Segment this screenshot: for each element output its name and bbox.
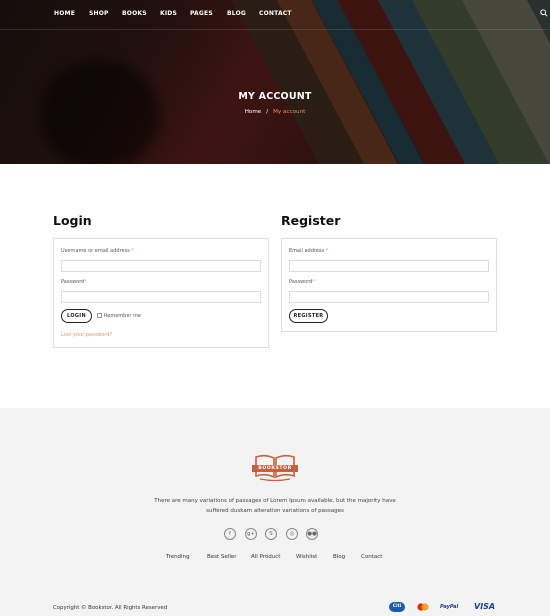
required-mark: * <box>84 279 87 285</box>
search-icon[interactable] <box>540 9 548 17</box>
login-title: Login <box>53 213 92 228</box>
nav-shop[interactable]: SHOP <box>89 10 109 17</box>
skype-icon[interactable]: S <box>265 528 277 540</box>
breadcrumb: Home / My account <box>0 109 550 115</box>
hero-overlay <box>0 0 550 164</box>
login-button[interactable]: LOGIN <box>61 309 92 323</box>
register-password-input[interactable] <box>289 291 489 303</box>
paypal-icon: PayPal <box>440 604 459 610</box>
footer-link-trending[interactable]: Trending <box>166 554 190 560</box>
remember-label: Remember me <box>104 313 141 319</box>
required-mark: * <box>131 248 134 254</box>
logo-text: BOOKSTOR <box>252 465 298 472</box>
nav-home[interactable]: HOME <box>54 10 75 17</box>
page-title: MY ACCOUNT <box>238 91 312 102</box>
register-button[interactable]: REGISTER <box>289 309 328 323</box>
footer-link-blog[interactable]: Blog <box>333 554 345 560</box>
footer-link-best-seller[interactable]: Best Seller <box>207 554 237 560</box>
email-label: Email address * <box>289 248 328 254</box>
login-password-label: Password* <box>61 279 87 285</box>
nav-books[interactable]: BOOKS <box>122 10 147 17</box>
google-plus-icon[interactable]: g+ <box>245 528 257 540</box>
footer-description: There are many variations of passages of… <box>154 498 396 514</box>
breadcrumb-home[interactable]: Home <box>245 109 262 115</box>
footer-link-contact[interactable]: Contact <box>361 554 382 560</box>
nav-blog[interactable]: BLOG <box>227 10 246 17</box>
login-password-input[interactable] <box>61 291 261 303</box>
mastercard-icon <box>414 602 432 612</box>
required-mark: * <box>325 248 329 254</box>
lost-password-link[interactable]: Lost your password? <box>61 332 112 338</box>
breadcrumb-current: My account <box>273 109 306 115</box>
nav-contact[interactable]: CONTACT <box>259 10 292 17</box>
nav-kids[interactable]: KIDS <box>160 10 177 17</box>
footer-link-all-product[interactable]: All Product <box>251 554 280 560</box>
visa-icon: VISA <box>474 602 496 611</box>
citi-card-icon: Citi <box>389 602 405 612</box>
remember-checkbox[interactable] <box>97 313 102 318</box>
breadcrumb-separator: / <box>266 109 269 115</box>
email-label-text: Email address <box>289 248 325 254</box>
nav-divider <box>0 29 550 30</box>
required-mark: * <box>312 279 315 285</box>
copyright-text: Copyright © Bookstor. All Rights Reserve… <box>53 605 168 611</box>
footer-link-wishlist[interactable]: Wishlist <box>296 554 317 560</box>
instagram-icon[interactable]: ◎ <box>286 528 298 540</box>
flickr-icon[interactable]: ●● <box>306 528 318 540</box>
email-input[interactable] <box>289 260 489 272</box>
register-password-label: Password* <box>289 279 315 285</box>
username-label: Username or email address * <box>61 248 134 254</box>
facebook-icon[interactable]: f <box>224 528 236 540</box>
register-title: Register <box>281 213 341 228</box>
login-password-label-text: Password <box>61 279 85 285</box>
register-password-label-text: Password <box>289 279 313 285</box>
nav-pages[interactable]: PAGES <box>190 10 213 17</box>
username-label-text: Username or email address <box>61 248 130 254</box>
username-input[interactable] <box>61 260 261 272</box>
hero-banner <box>0 0 550 164</box>
